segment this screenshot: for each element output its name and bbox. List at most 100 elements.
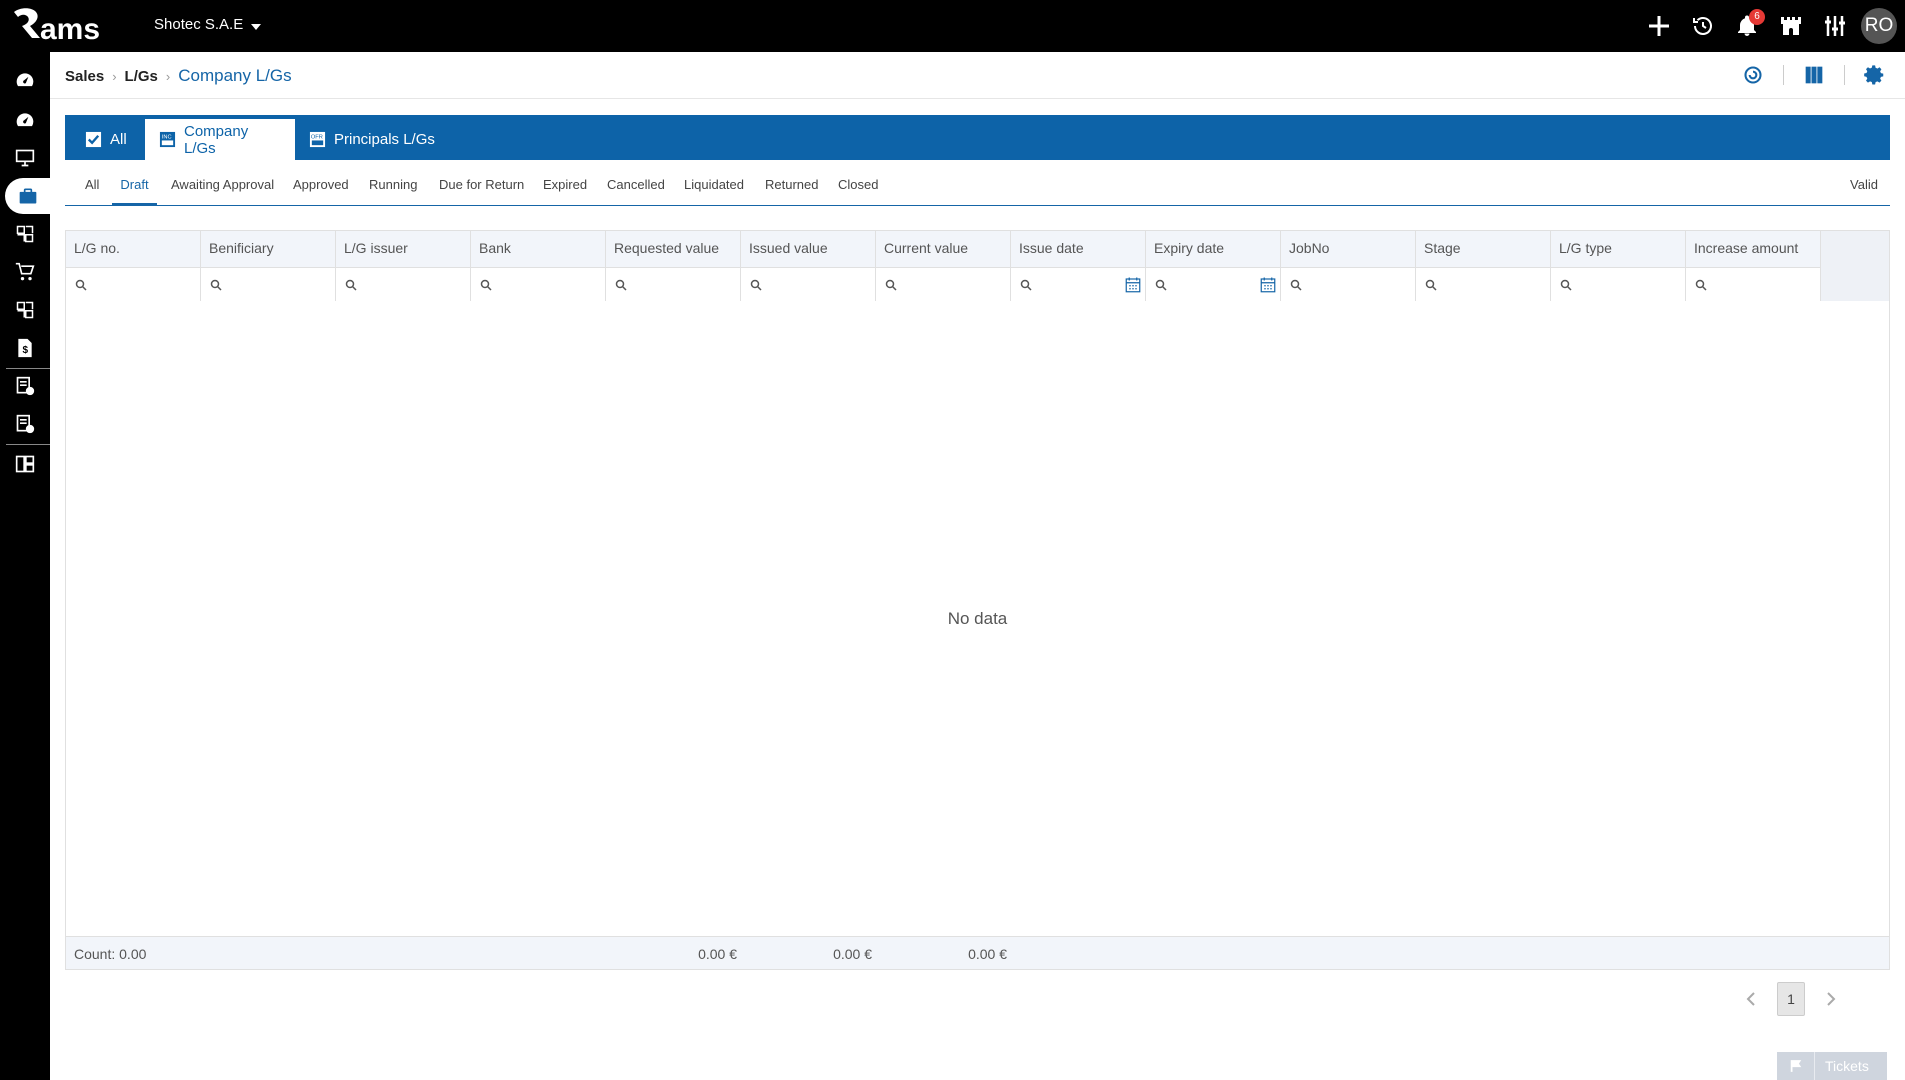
sidebar-item-modules[interactable]	[0, 216, 50, 252]
column-bank[interactable]: Bank	[471, 231, 606, 301]
page-actions	[1723, 60, 1905, 90]
speedometer-icon	[16, 73, 34, 87]
prev-page-button[interactable]	[1743, 989, 1759, 1009]
column-title: JobNo	[1289, 240, 1330, 256]
status-tab-valid[interactable]: Valid	[1842, 170, 1886, 206]
column-requested-value[interactable]: Requested value	[606, 231, 741, 301]
column-lg-issuer[interactable]: L/G issuer	[336, 231, 471, 301]
filter-jobno[interactable]	[1281, 267, 1415, 301]
chevron-right-icon: ›	[165, 68, 171, 84]
company-selector[interactable]: Shotec S.A.E	[154, 16, 262, 33]
columns-button[interactable]	[1784, 60, 1844, 90]
sidebar-item-widgets[interactable]	[0, 446, 50, 482]
search-icon	[1290, 279, 1302, 291]
column-issued-value[interactable]: Issued value	[741, 231, 876, 301]
filter-issue-date[interactable]	[1011, 267, 1145, 301]
status-tab-draft[interactable]: Draft	[112, 170, 157, 206]
column-actions	[1821, 231, 1889, 301]
status-tab-all[interactable]: All	[77, 170, 107, 206]
status-tab-closed[interactable]: Closed	[830, 170, 886, 206]
history-icon	[1693, 17, 1712, 35]
tab-principals-lgs[interactable]: OFR Principals L/Gs	[295, 119, 449, 160]
filter-beneficiary[interactable]	[201, 267, 335, 301]
tools-button[interactable]	[1813, 0, 1857, 52]
notification-badge: 6	[1749, 9, 1765, 25]
column-current-value[interactable]: Current value	[876, 231, 1011, 301]
sidebar-item-purchases[interactable]	[0, 254, 50, 290]
search-icon	[1425, 279, 1437, 291]
widgets-icon	[15, 455, 35, 473]
status-tab-due-for-return[interactable]: Due for Return	[431, 170, 532, 206]
refresh-button[interactable]	[1723, 60, 1783, 90]
sidebar-item-inventory[interactable]	[0, 292, 50, 328]
column-beneficiary[interactable]: Benificiary	[201, 231, 336, 301]
column-increase-amount[interactable]: Increase amount	[1686, 231, 1821, 301]
filter-bank[interactable]	[471, 267, 605, 301]
modules-icon	[16, 225, 34, 243]
status-tab-liquidated[interactable]: Liquidated	[676, 170, 752, 206]
chevron-right-icon: ›	[112, 68, 117, 84]
user-avatar[interactable]: RO	[1861, 8, 1897, 44]
column-lg-no[interactable]: L/G no.	[66, 231, 201, 301]
column-lg-type[interactable]: L/G type	[1551, 231, 1686, 301]
search-icon	[75, 279, 87, 291]
search-icon	[345, 279, 357, 291]
filter-stage[interactable]	[1416, 267, 1550, 301]
tab-company-lgs[interactable]: INC Company L/Gs	[145, 119, 295, 160]
sidebar-item-dashboard-2[interactable]	[0, 102, 50, 138]
settings-button[interactable]	[1845, 60, 1905, 90]
search-icon	[1020, 279, 1032, 291]
sliders-icon	[1825, 16, 1845, 36]
chevron-left-icon	[1746, 992, 1755, 1006]
sidebar-divider	[6, 444, 50, 445]
status-tab-awaiting-approval[interactable]: Awaiting Approval	[163, 170, 282, 206]
column-issue-date[interactable]: Issue date	[1011, 231, 1146, 301]
status-tab-running[interactable]: Running	[361, 170, 425, 206]
filter-lg-no[interactable]	[66, 267, 200, 301]
filter-lg-issuer[interactable]	[336, 267, 470, 301]
column-expiry-date[interactable]: Expiry date	[1146, 231, 1281, 301]
page-number[interactable]: 1	[1777, 982, 1805, 1016]
filter-lg-type[interactable]	[1551, 267, 1685, 301]
column-stage[interactable]: Stage	[1416, 231, 1551, 301]
filter-current-value[interactable]	[876, 267, 1010, 301]
calendar-icon[interactable]	[1259, 276, 1277, 294]
store-button[interactable]	[1769, 0, 1813, 52]
breadcrumb-sales[interactable]: Sales	[65, 68, 104, 85]
next-page-button[interactable]	[1823, 989, 1839, 1009]
status-tab-expired[interactable]: Expired	[535, 170, 595, 206]
add-button[interactable]	[1637, 0, 1681, 52]
filter-expiry-date[interactable]	[1146, 267, 1280, 301]
gear-icon	[1864, 65, 1884, 85]
filter-requested-value[interactable]	[606, 267, 740, 301]
sidebar-item-sales[interactable]	[5, 178, 50, 214]
notifications-button[interactable]: 6	[1725, 0, 1769, 52]
breadcrumb-lgs[interactable]: L/Gs	[125, 68, 158, 85]
table-header: L/G no. Benificiary L/G issuer Bank Requ…	[66, 231, 1889, 301]
filter-issued-value[interactable]	[741, 267, 875, 301]
columns-icon	[1805, 66, 1823, 84]
history-button[interactable]	[1681, 0, 1725, 52]
sum-issued-value: 0.00 €	[833, 946, 872, 962]
checkbox-icon	[85, 131, 102, 148]
column-jobno[interactable]: JobNo	[1281, 231, 1416, 301]
sidebar-item-monitor[interactable]	[0, 140, 50, 176]
status-tab-approved[interactable]: Approved	[285, 170, 357, 206]
status-tabs: All Draft Awaiting Approval Approved Run…	[65, 170, 1890, 206]
app-logo[interactable]: ams	[10, 6, 130, 46]
sidebar-item-dashboard[interactable]	[0, 62, 50, 98]
tab-all[interactable]: All	[71, 119, 141, 160]
calendar-icon[interactable]	[1124, 276, 1142, 294]
column-title: Requested value	[614, 240, 720, 256]
status-tab-cancelled[interactable]: Cancelled	[599, 170, 673, 206]
money-document-icon: $	[18, 338, 32, 358]
tickets-button[interactable]: Tickets	[1777, 1052, 1887, 1080]
sidebar-item-finance[interactable]: $	[0, 330, 50, 366]
sidebar-item-reports[interactable]	[0, 406, 50, 442]
status-tab-returned[interactable]: Returned	[757, 170, 826, 206]
filter-increase-amount[interactable]	[1686, 267, 1820, 301]
svg-text:ams: ams	[40, 13, 100, 46]
tickets-label: Tickets	[1825, 1058, 1869, 1074]
column-title: Increase amount	[1694, 240, 1799, 256]
sidebar-item-approved-docs[interactable]	[0, 368, 50, 404]
